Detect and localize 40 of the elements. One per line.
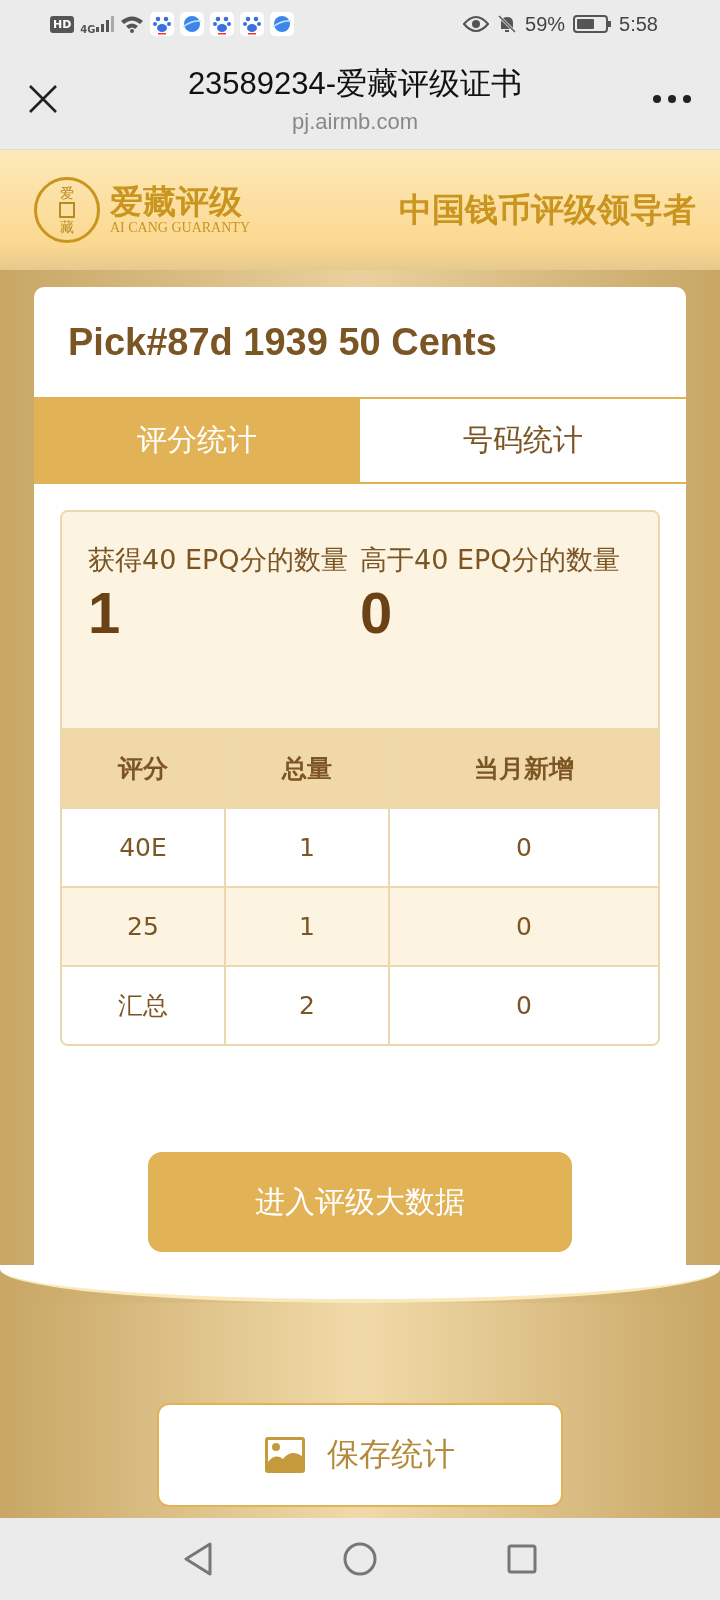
eye-icon [463,15,490,33]
save-stats-button[interactable]: 保存统计 [157,1403,563,1507]
clock-time: 5:58 [619,12,658,36]
column-header: 当月新增 [473,753,575,785]
signal-icon [95,16,114,32]
paw-app-icon [209,12,234,36]
table-cell-text: 0 [515,911,533,943]
big-data-button[interactable]: 进入评级大数据 [148,1152,572,1252]
globe-app-icon [179,12,204,36]
slogan: 中国钱币评级领导者 [399,188,696,231]
back-icon[interactable] [183,1542,213,1576]
page-title: 23589234-爱藏评级证书 [187,64,523,103]
coin-title: Pick#87d 1939 50 Cents [67,319,498,365]
brand-name: 爱藏评级 [110,183,243,221]
brand-english: AI CANG GUARANTY [110,220,250,237]
hd-badge: HD [50,15,75,33]
network-type: 4G [80,24,96,35]
stat-label: 获得40 EPQ分的数量 [88,543,349,577]
tab[interactable]: 评分统计 [34,399,360,482]
battery-percent: 59% [525,12,566,36]
globe-app-icon [269,12,294,36]
coin-logo: 爱 藏 [34,177,100,243]
more-icon[interactable] [652,93,692,104]
wifi-icon [119,15,144,33]
table-cell: 2 [226,967,390,1044]
paw-app-icon [239,12,264,36]
battery-icon [573,15,612,33]
stat-value: 1 [88,580,122,645]
page-url: pj.airmb.com [292,108,418,135]
stat-label: 高于40 EPQ分的数量 [360,543,621,577]
table-cell-text: 0 [515,832,533,864]
table-cell-text: 0 [515,990,533,1022]
stat-value: 0 [360,580,394,645]
recents-icon[interactable] [507,1544,537,1574]
image-icon [265,1437,305,1473]
close-icon[interactable] [28,83,58,114]
home-icon[interactable] [343,1542,377,1576]
bell-muted-icon [497,14,518,34]
table-cell: 汇总 [62,967,226,1044]
paw-app-icon [149,12,174,36]
